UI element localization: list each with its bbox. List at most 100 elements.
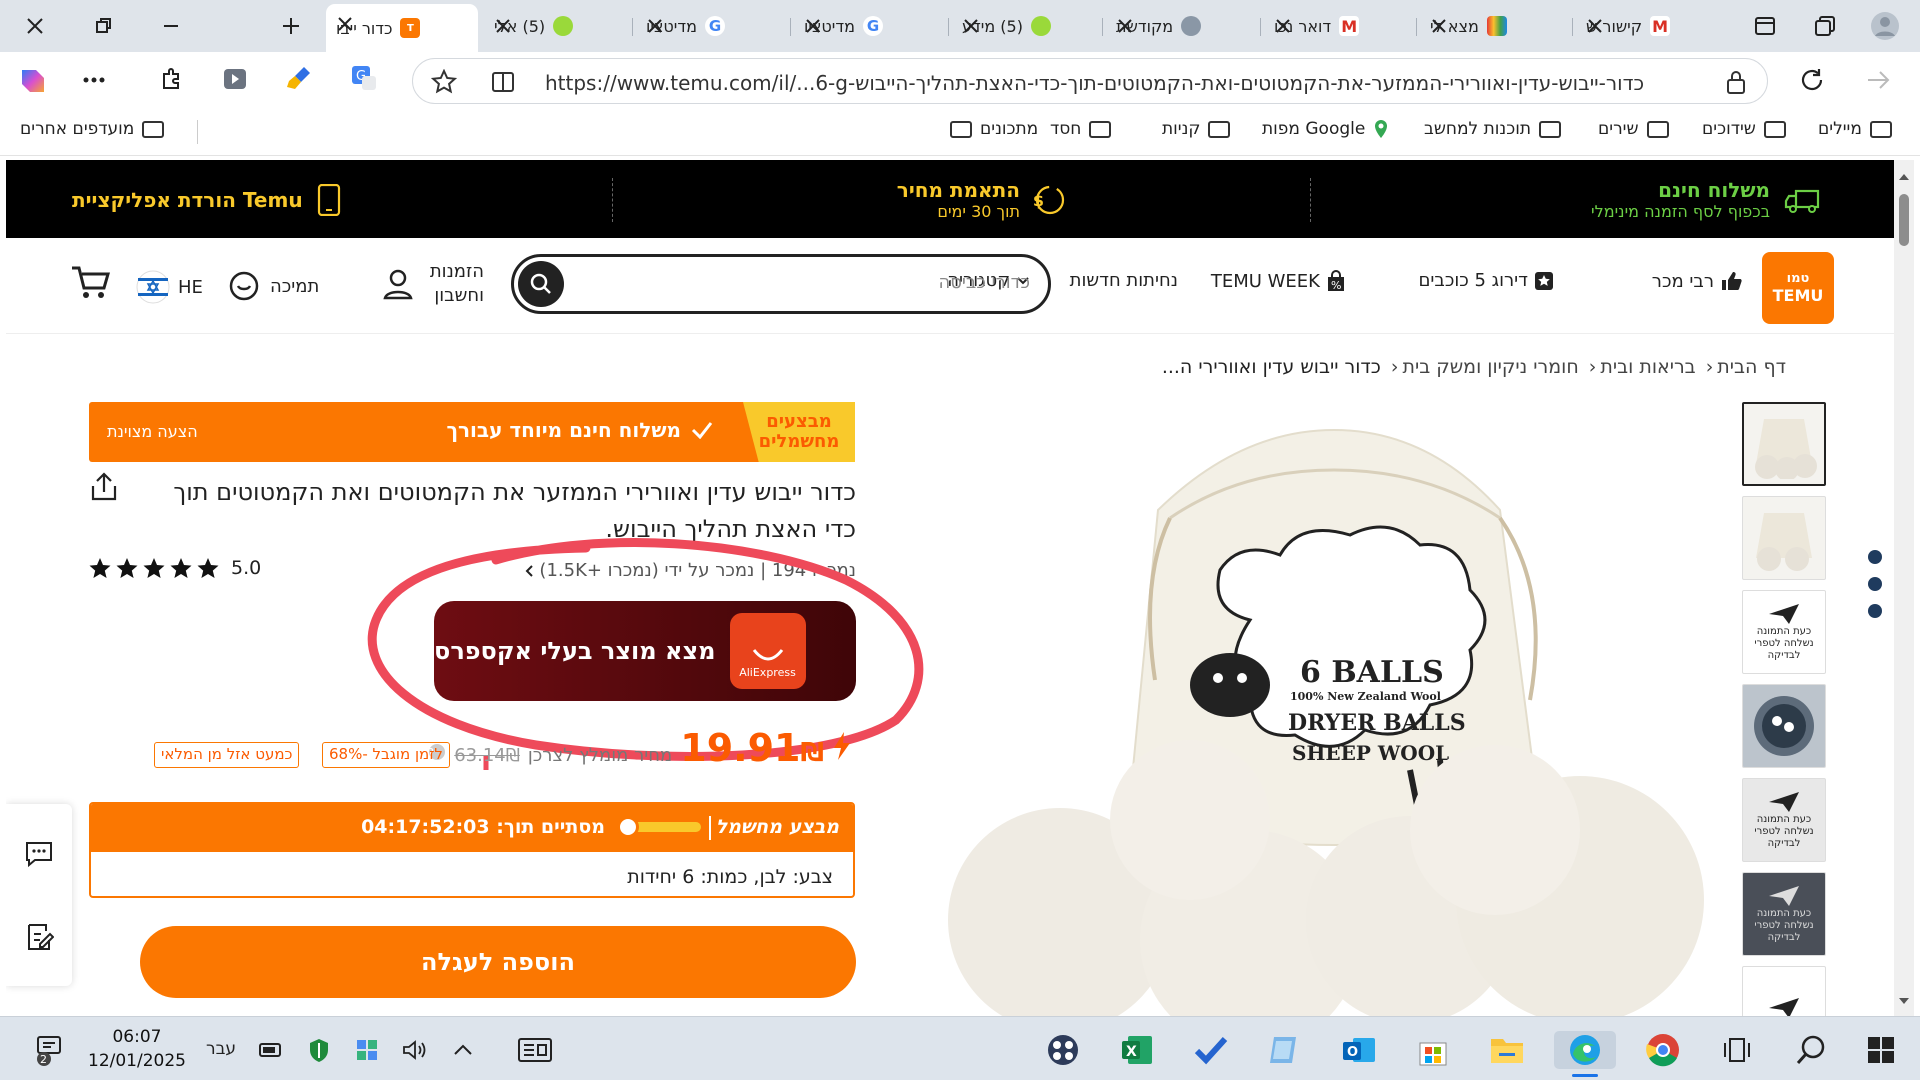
close-tab-icon[interactable] <box>336 15 354 33</box>
add-to-cart-button[interactable]: הוספה לעגלה <box>140 926 856 998</box>
tab-gmail-2[interactable]: M קישור ש <box>1576 6 1696 46</box>
temu-logo[interactable]: טמו TEMU <box>1762 252 1834 324</box>
page-scrollbar[interactable] <box>1894 160 1914 1016</box>
bookmark-shopping[interactable]: קניות <box>1162 119 1231 139</box>
scrollbar-thumb[interactable] <box>1899 194 1909 246</box>
tab-google-2[interactable]: G מדיטציו <box>794 6 944 46</box>
chrome-icon[interactable] <box>1644 1031 1682 1069</box>
app-download-promo[interactable]: הורדת אפליקציית Temu <box>72 184 341 216</box>
free-shipping-promo[interactable]: משלוח חינם בכפוף לסף הזמנה מינימלי <box>1591 178 1822 221</box>
tab-gmail-1[interactable]: M דואר נכו <box>1264 6 1412 46</box>
notes-app-icon[interactable] <box>1266 1031 1304 1069</box>
language-selector[interactable]: HE <box>136 270 203 304</box>
broom-extension-icon[interactable] <box>286 64 314 92</box>
restore-window-icon[interactable] <box>84 8 122 44</box>
media-player-icon[interactable] <box>1044 1031 1082 1069</box>
breadcrumb-home[interactable]: דף הבית <box>1717 356 1786 378</box>
security-shield-icon[interactable] <box>300 1031 338 1069</box>
breadcrumb-health-home[interactable]: בריאות ובית <box>1600 356 1695 378</box>
media-extension-icon[interactable] <box>222 66 248 92</box>
thumbnail-6-notice[interactable]: כעת התמונה נשלחה לטפרי לבדיקה <box>1742 872 1826 956</box>
nav-bestsellers[interactable]: רבי מכר <box>1652 270 1742 292</box>
news-widget-icon[interactable] <box>516 1031 554 1069</box>
product-main-image[interactable]: 6 BALLS 100% New Zealand Wool DRYER BALL… <box>940 400 1728 1016</box>
search-button[interactable] <box>518 261 564 307</box>
bookmark-songs[interactable]: שירים <box>1598 119 1669 139</box>
deal-banner[interactable]: מבצעים מחשמלים משלוח חינם מיוחד עבורך הצ… <box>89 402 855 462</box>
tab-whatsapp-1[interactable]: (5) אלי <box>484 6 630 46</box>
copilot-icon[interactable] <box>16 64 50 98</box>
scroll-down-arrow-icon[interactable] <box>1898 996 1910 1006</box>
tab-temu[interactable]: T כדור ייבו <box>326 4 478 52</box>
nav-new-arrivals[interactable]: נחיתות חדשות <box>1070 270 1178 291</box>
taskbar-clock[interactable]: 06:07 12/01/2025 <box>88 1025 186 1073</box>
close-tab-icon[interactable] <box>1116 17 1134 35</box>
rating[interactable]: 5.0 <box>88 556 261 580</box>
close-tab-icon[interactable] <box>646 17 664 35</box>
search-taskbar-icon[interactable] <box>1792 1031 1830 1069</box>
aliexpress-search-button[interactable]: AliExpress מצא מוצר בעלי אקספרס <box>434 601 856 701</box>
bookmark-software[interactable]: תוכנות למחשב <box>1424 119 1561 139</box>
close-tab-icon[interactable] <box>1430 17 1448 35</box>
bookmark-chesed[interactable]: חסד <box>1050 119 1112 139</box>
translate-extension-icon[interactable]: G <box>350 64 378 92</box>
thumbnail-4[interactable] <box>1742 684 1826 768</box>
close-window-icon[interactable] <box>16 8 54 44</box>
excel-icon[interactable]: X <box>1118 1031 1156 1069</box>
thumbnail-3-notice[interactable]: כעת התמונה נשלחה לטפרי לבדיקה <box>1742 590 1826 674</box>
edge-taskbar-icon[interactable] <box>1554 1031 1616 1077</box>
task-view-icon[interactable] <box>1718 1031 1756 1069</box>
favorite-star-icon[interactable] <box>431 69 457 95</box>
todo-icon[interactable] <box>1192 1031 1230 1069</box>
split-screen-icon[interactable] <box>491 70 515 94</box>
bookmark-google-maps[interactable]: מפות Google <box>1262 119 1389 139</box>
price-match-promo[interactable]: $ התאמת מחיר תוך 30 ימים <box>897 178 1066 221</box>
extensions-icon[interactable] <box>158 66 184 92</box>
bookmark-recipes[interactable]: מתכונים <box>950 119 1038 139</box>
tab-google-1[interactable]: G מדיטציו <box>636 6 786 46</box>
battery-icon[interactable] <box>252 1031 290 1069</box>
file-explorer-icon[interactable] <box>1488 1031 1526 1069</box>
windows-start-icon[interactable] <box>1862 1031 1900 1069</box>
close-tab-icon[interactable] <box>804 17 822 35</box>
notifications-icon[interactable]: 2 <box>30 1031 68 1069</box>
bookmark-emails[interactable]: מיילים <box>1818 119 1892 139</box>
chat-icon[interactable] <box>24 840 54 868</box>
app-tray-icon[interactable] <box>348 1031 386 1069</box>
input-language[interactable]: עבר <box>206 1039 236 1059</box>
tab-rainbow[interactable]: מצא לי <box>1420 6 1568 46</box>
thumbnail-2[interactable] <box>1742 496 1826 580</box>
close-tab-icon[interactable] <box>962 17 980 35</box>
forward-arrow-icon[interactable] <box>1864 66 1892 94</box>
cart-icon[interactable] <box>70 262 110 302</box>
chevron-up-icon[interactable] <box>444 1031 482 1069</box>
variant-summary[interactable]: צבע: לבן, כמות: 6 יחידות <box>627 866 833 888</box>
thumbnail-1[interactable] <box>1742 402 1826 486</box>
outlook-icon[interactable]: O <box>1340 1031 1378 1069</box>
lock-icon[interactable] <box>1725 69 1747 95</box>
breadcrumb-cleaning[interactable]: חומרי ניקיון ומשק בית <box>1402 356 1578 378</box>
support[interactable]: תמיכה <box>228 270 319 302</box>
account-orders[interactable]: הזמנות וחשבון <box>382 260 484 308</box>
close-tab-icon[interactable] <box>1586 17 1604 35</box>
bookmark-other-favorites[interactable]: מועדפים אחרים <box>20 119 165 139</box>
store-icon[interactable] <box>1414 1031 1452 1069</box>
tab-actions-icon[interactable] <box>1746 8 1784 44</box>
share-icon[interactable] <box>90 472 118 502</box>
scroll-up-arrow-icon[interactable] <box>1898 172 1910 182</box>
nav-temu-week[interactable]: TEMU WEEK % <box>1211 270 1346 292</box>
new-tab-icon[interactable] <box>272 8 310 44</box>
close-tab-icon[interactable] <box>1274 17 1292 35</box>
nav-five-stars[interactable]: דירוג 5 כוכבים <box>1418 270 1554 291</box>
tab-whatsapp-2[interactable]: (5) מידע <box>952 6 1098 46</box>
thumbnail-7[interactable] <box>1742 966 1826 1016</box>
more-options-icon[interactable] <box>82 70 106 90</box>
profile-avatar-icon[interactable] <box>1866 8 1904 44</box>
workspaces-icon[interactable] <box>1806 8 1844 44</box>
bookmark-matches[interactable]: שידוכים <box>1702 119 1786 139</box>
notes-icon[interactable] <box>26 922 54 952</box>
thumbnail-5-notice[interactable]: כעת התמונה נשלחה לטפרי לבדיקה <box>1742 778 1826 862</box>
minimize-window-icon[interactable] <box>152 8 190 44</box>
volume-icon[interactable] <box>396 1031 434 1069</box>
more-images-dots[interactable] <box>1868 550 1882 631</box>
